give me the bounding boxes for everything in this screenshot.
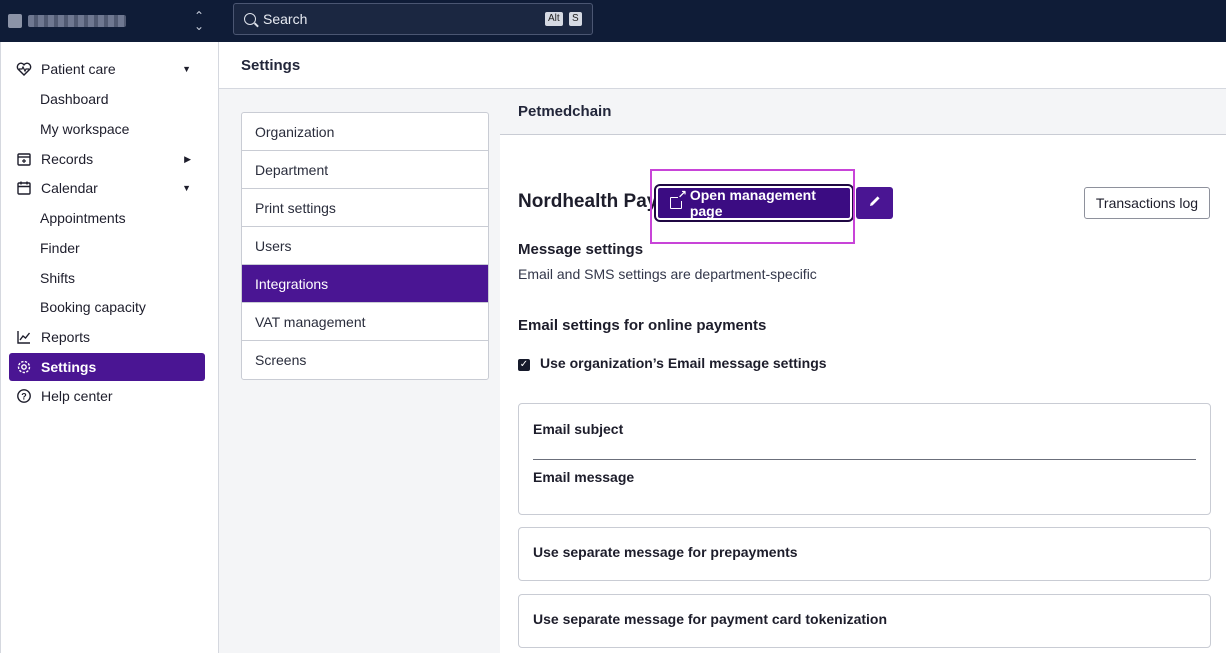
sidebar-item-label: Patient care [41, 61, 116, 77]
settings-nav-vat-management[interactable]: VAT management [242, 303, 488, 341]
sidebar-item-calendar[interactable]: Calendar ▼ [9, 174, 205, 202]
sidebar-item-label: Finder [40, 240, 80, 256]
svg-text:?: ? [21, 392, 27, 402]
sidebar-item-label: Calendar [41, 180, 98, 196]
records-icon [16, 151, 32, 167]
sidebar-item-label: Settings [41, 359, 97, 375]
search-placeholder: Search [263, 11, 308, 27]
integration-panel: Petmedchain Nordhealth Pay Open manageme… [500, 89, 1226, 653]
page-header: Settings [219, 42, 1226, 89]
sidebar-item-finder[interactable]: Finder [9, 234, 205, 262]
use-org-email-settings-label: Use organization’s Email message setting… [540, 355, 827, 371]
prepayments-card[interactable]: Use separate message for prepayments [518, 527, 1211, 581]
message-settings-description: Email and SMS settings are department-sp… [518, 266, 817, 282]
prepayments-label: Use separate message for prepayments [533, 544, 798, 560]
organization-name [28, 15, 126, 27]
email-message-label: Email message [533, 469, 635, 485]
settings-nav-print-settings[interactable]: Print settings [242, 189, 488, 227]
page-title: Settings [241, 57, 301, 74]
sidebar-item-label: Booking capacity [40, 299, 146, 315]
top-bar: ⌃ ⌄ Search Alt S [0, 0, 1226, 42]
sidebar-item-records[interactable]: Records ▶ [9, 145, 205, 173]
chevron-up-down-icon: ⌃ ⌄ [193, 9, 204, 33]
sidebar-item-reports[interactable]: Reports [9, 323, 205, 351]
email-subject-label: Email subject [533, 421, 624, 437]
divider [533, 459, 1196, 460]
help-circle-icon: ? [16, 388, 32, 404]
sidebar-item-label: Shifts [40, 270, 76, 286]
settings-nav-department[interactable]: Department [242, 151, 488, 189]
settings-nav-integrations[interactable]: Integrations [242, 265, 488, 303]
settings-nav-screens[interactable]: Screens [242, 341, 488, 379]
sidebar-item-dashboard[interactable]: Dashboard [9, 85, 205, 113]
sidebar-item-label: Dashboard [40, 91, 109, 107]
transactions-log-button[interactable]: Transactions log [1084, 187, 1210, 219]
sidebar-item-appointments[interactable]: Appointments [9, 204, 205, 232]
checkbox-checked-icon[interactable]: ✓ [518, 358, 530, 371]
highlight-box [650, 169, 855, 244]
tokenization-card[interactable]: Use separate message for payment card to… [518, 594, 1211, 648]
tokenization-label: Use separate message for payment card to… [533, 611, 888, 627]
chevron-right-icon: ▶ [184, 153, 191, 164]
sidebar-item-label: My workspace [40, 121, 130, 137]
sidebar-item-label: Reports [41, 329, 91, 345]
edit-button[interactable] [856, 187, 893, 219]
sidebar-item-my-workspace[interactable]: My workspace [9, 115, 205, 143]
chevron-down-icon: ▼ [182, 64, 191, 74]
panel-title: Petmedchain [500, 89, 1226, 135]
shortcut-key-alt: Alt [545, 12, 563, 26]
chevron-down-icon: ▼ [182, 183, 191, 193]
search-icon [244, 13, 256, 25]
search-input[interactable]: Search Alt S [233, 3, 593, 35]
content-area: Organization Department Print settings U… [219, 89, 1226, 653]
pencil-icon [868, 194, 882, 212]
use-org-email-settings-row[interactable]: ✓ Use organization’s Email message setti… [518, 355, 827, 371]
chart-line-icon [16, 329, 32, 345]
sidebar-item-shifts[interactable]: Shifts [9, 264, 205, 292]
sidebar: Patient care ▼ Dashboard My workspace Re… [0, 42, 219, 653]
sidebar-item-label: Help center [41, 388, 113, 404]
message-settings-heading: Message settings [518, 241, 644, 258]
settings-nav-users[interactable]: Users [242, 227, 488, 265]
sidebar-item-patient-care[interactable]: Patient care ▼ [9, 55, 205, 83]
sidebar-item-help-center[interactable]: ? Help center [9, 382, 205, 410]
settings-nav: Organization Department Print settings U… [241, 112, 489, 380]
sidebar-item-settings[interactable]: Settings [9, 353, 205, 381]
sidebar-item-label: Appointments [40, 210, 126, 226]
organization-logo-icon [8, 14, 22, 28]
gear-icon [16, 359, 32, 375]
settings-nav-organization[interactable]: Organization [242, 113, 488, 151]
sidebar-item-booking-capacity[interactable]: Booking capacity [9, 293, 205, 321]
organization-switcher[interactable]: ⌃ ⌄ [0, 0, 218, 42]
email-settings-heading: Email settings for online payments [518, 317, 767, 334]
shortcut-key-s: S [569, 12, 582, 26]
heart-pulse-icon [16, 61, 32, 77]
calendar-icon [16, 180, 32, 196]
email-template-card: Email subject Email message [518, 403, 1211, 515]
sidebar-item-label: Records [41, 151, 94, 167]
integration-title: Nordhealth Pay [518, 191, 658, 212]
